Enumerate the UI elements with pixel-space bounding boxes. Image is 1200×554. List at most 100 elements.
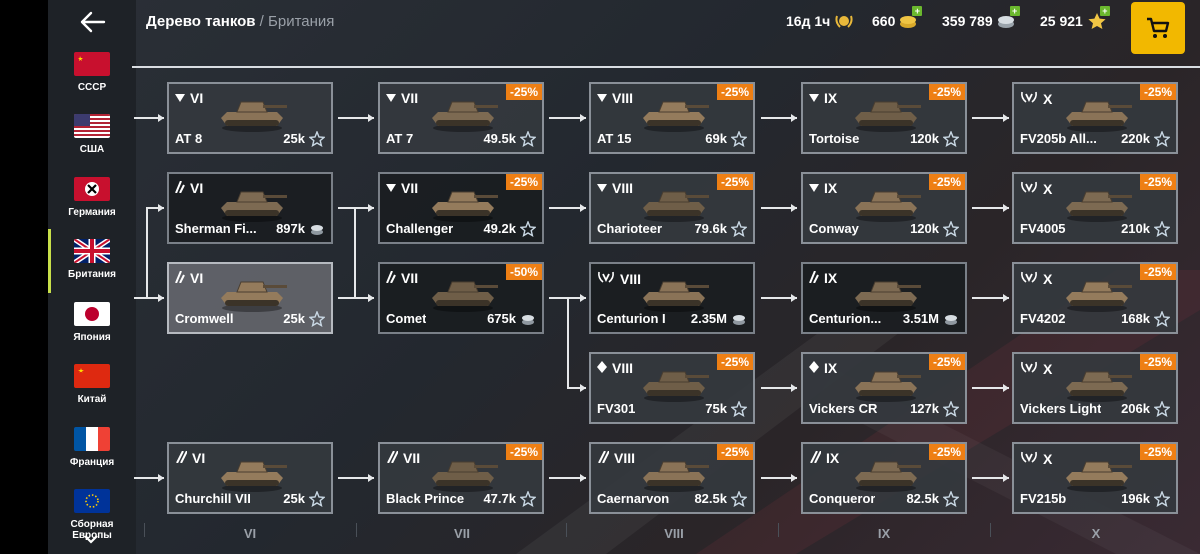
nation-france[interactable]: Франция xyxy=(52,427,132,483)
tank-class-icon xyxy=(386,270,396,286)
tier-separator xyxy=(778,523,779,537)
tank-name: AT 15 xyxy=(597,131,632,146)
japan-flag-icon xyxy=(74,302,110,326)
tank-class-icon xyxy=(809,180,819,196)
discount-badge: -25% xyxy=(928,354,965,370)
tank-card[interactable]: VIII -25% FV301 75k xyxy=(589,352,755,424)
tank-tier: VI xyxy=(175,180,203,196)
discount-badge: -25% xyxy=(1139,174,1176,190)
tank-card[interactable]: VII -25% Black Prince 47.7k xyxy=(378,442,544,514)
tank-card[interactable]: X -25% FV205b All... 220k xyxy=(1012,82,1178,154)
add-gold-icon[interactable]: + xyxy=(912,6,923,16)
xp-star-icon xyxy=(308,310,326,328)
tank-card[interactable]: VIII Centurion I 2.35M xyxy=(589,262,755,334)
shop-button[interactable] xyxy=(1131,2,1185,54)
xp-star-icon xyxy=(519,490,537,508)
xp-star-icon xyxy=(730,490,748,508)
discount-badge: -25% xyxy=(928,84,965,100)
tank-tier: IX xyxy=(809,270,837,286)
tank-name: Conway xyxy=(809,221,859,236)
tank-tier: X xyxy=(1020,270,1052,287)
xp-star-icon xyxy=(942,130,960,148)
tank-card[interactable]: X -25% FV4005 210k xyxy=(1012,172,1178,244)
tank-name: AT 7 xyxy=(386,131,414,146)
tank-price: 25k xyxy=(283,311,305,326)
xp-star-icon xyxy=(308,130,326,148)
tier-numeral: VIII xyxy=(612,180,634,196)
tank-class-icon xyxy=(809,270,819,286)
tank-name: AT 8 xyxy=(175,131,203,146)
tank-card[interactable]: VI Sherman Fi... 897k xyxy=(167,172,333,244)
germany-flag-icon xyxy=(74,177,110,201)
tank-card[interactable]: VI AT 8 25k xyxy=(167,82,333,154)
tank-price: 897k xyxy=(276,221,305,236)
premium-time[interactable]: 16д 1ч xyxy=(786,12,854,30)
nation-usa[interactable]: США xyxy=(52,114,132,170)
add-free-xp-icon[interactable]: + xyxy=(1099,6,1110,16)
tank-image xyxy=(424,448,502,494)
tank-image xyxy=(1058,268,1136,314)
tank-image xyxy=(213,178,291,224)
tank-card[interactable]: IX -25% Tortoise 120k xyxy=(801,82,967,154)
tank-card[interactable]: VIII -25% Charioteer 79.6k xyxy=(589,172,755,244)
credits-coins-icon: + xyxy=(997,6,1020,30)
tank-tier: VIII xyxy=(597,450,635,466)
add-credits-icon[interactable]: + xyxy=(1009,6,1020,16)
tank-card[interactable]: VI Churchill VII 25k xyxy=(167,442,333,514)
tank-image xyxy=(424,88,502,134)
tank-image xyxy=(424,178,502,224)
tank-card[interactable]: IX Centurion... 3.51M xyxy=(801,262,967,334)
tank-card[interactable]: X -25% FV4202 168k xyxy=(1012,262,1178,334)
tier-numeral: IX xyxy=(824,270,838,286)
tank-class-icon xyxy=(597,180,607,196)
tier-numeral: VI xyxy=(190,90,204,106)
tier-numeral: IX xyxy=(824,90,838,106)
tank-card[interactable]: IX -25% Conway 120k xyxy=(801,172,967,244)
nation-japan[interactable]: Япония xyxy=(52,302,132,358)
nation-ussr[interactable]: СССР xyxy=(52,52,132,108)
tank-tier: VII xyxy=(386,180,418,196)
tank-tier: VIII xyxy=(597,90,633,106)
tank-image xyxy=(213,268,291,314)
tier-numeral: VIII xyxy=(612,90,634,106)
xp-star-icon xyxy=(308,490,326,508)
tier-numeral: IX xyxy=(824,180,838,196)
tank-price: 82.5k xyxy=(694,491,727,506)
credits-balance[interactable]: 359 789 + xyxy=(942,6,1020,30)
tank-card[interactable]: VIII -25% AT 15 69k xyxy=(589,82,755,154)
tank-card[interactable]: X -25% FV215b 196k xyxy=(1012,442,1178,514)
tier-numeral: VII xyxy=(401,180,419,196)
nation-germany[interactable]: Германия xyxy=(52,177,132,233)
nation-china[interactable]: Китай xyxy=(52,364,132,420)
europe-flag-icon xyxy=(74,489,110,513)
gold-balance[interactable]: 660 + xyxy=(872,6,923,30)
chevron-down-icon[interactable] xyxy=(82,532,100,546)
tier-numeral: IX xyxy=(824,360,838,376)
tank-tier: X xyxy=(1020,360,1052,377)
xp-star-icon xyxy=(942,400,960,418)
tier-axis-label: VII xyxy=(454,526,470,541)
tank-card[interactable]: VI Cromwell 25k xyxy=(167,262,333,334)
tank-image xyxy=(1058,88,1136,134)
tank-class-icon xyxy=(809,450,822,466)
tank-card[interactable]: VII -50% Comet 675k xyxy=(378,262,544,334)
back-button[interactable] xyxy=(78,8,108,36)
tank-name: Black Prince xyxy=(386,491,465,506)
tier-numeral: IX xyxy=(826,450,840,466)
tank-card[interactable]: VII -25% Challenger 49.2k xyxy=(378,172,544,244)
nation-uk[interactable]: Британия xyxy=(48,229,132,295)
tank-image xyxy=(213,88,291,134)
tier-numeral: VIII xyxy=(614,450,636,466)
tank-card[interactable]: X -25% Vickers Light 206k xyxy=(1012,352,1178,424)
tank-card[interactable]: VIII -25% Caernarvon 82.5k xyxy=(589,442,755,514)
tier-separator xyxy=(990,523,991,537)
tank-card[interactable]: IX -25% Conqueror 82.5k xyxy=(801,442,967,514)
tank-price: 120k xyxy=(910,221,939,236)
tank-card[interactable]: IX -25% Vickers CR 127k xyxy=(801,352,967,424)
tank-name: Challenger xyxy=(386,221,454,236)
tank-price: 49.2k xyxy=(483,221,516,236)
tank-card[interactable]: VII -25% AT 7 49.5k xyxy=(378,82,544,154)
free-xp-balance[interactable]: 25 921 + xyxy=(1040,6,1110,30)
tank-image xyxy=(635,88,713,134)
tank-class-icon xyxy=(597,360,607,376)
